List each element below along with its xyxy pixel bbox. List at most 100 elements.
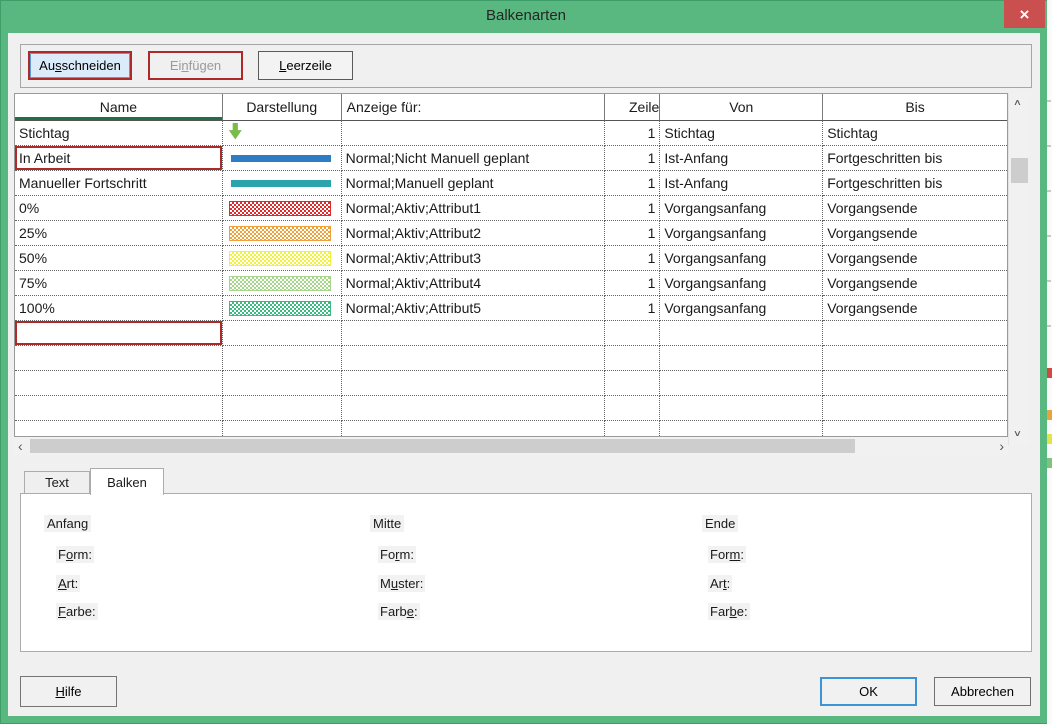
name-cell[interactable]: 25% (15, 221, 223, 246)
bar-preview-cell[interactable] (223, 321, 342, 346)
row-number-cell[interactable]: 1 (605, 271, 660, 296)
show-for-cell[interactable]: Normal;Nicht Manuell geplant (342, 146, 606, 171)
to-cell[interactable]: Stichtag (823, 121, 1007, 146)
section-ende-title: Ende (702, 515, 738, 532)
paste-button[interactable]: Einfügen (148, 51, 243, 80)
header-von[interactable]: Von (660, 94, 823, 121)
from-cell[interactable]: Vorgangsanfang (660, 221, 823, 246)
name-cell[interactable]: Stichtag (15, 121, 223, 146)
table-row[interactable]: 100% Normal;Aktiv;Attribut5 1 Vorgangsan… (15, 296, 1007, 321)
from-cell[interactable] (660, 321, 823, 346)
scroll-up-icon[interactable]: ∧ (1013, 98, 1022, 106)
header-bis[interactable]: Bis (823, 94, 1007, 121)
to-cell[interactable]: Vorgangsende (823, 221, 1007, 246)
bar-preview-cell[interactable] (223, 246, 342, 271)
table-row[interactable]: 75% Normal;Aktiv;Attribut4 1 Vorgangsanf… (15, 271, 1007, 296)
cancel-button[interactable]: Abbrechen (934, 677, 1031, 706)
table-row[interactable]: 50% Normal;Aktiv;Attribut3 1 Vorgangsanf… (15, 246, 1007, 271)
bar-preview-cell[interactable] (223, 171, 342, 196)
table-row[interactable]: 0% Normal;Aktiv;Attribut1 1 Vorgangsanfa… (15, 196, 1007, 221)
header-darstellung[interactable]: Darstellung (223, 94, 342, 121)
to-cell[interactable] (823, 321, 1007, 346)
selected-column-underline (15, 117, 222, 120)
row-number-cell[interactable]: 1 (605, 296, 660, 321)
show-for-cell[interactable] (342, 121, 606, 146)
name-cell[interactable]: 0% (15, 196, 223, 221)
cut-button[interactable]: Ausschneiden (28, 51, 132, 80)
to-cell[interactable]: Fortgeschritten bis (823, 146, 1007, 171)
scroll-down-icon[interactable]: ∨ (1013, 429, 1022, 437)
row-number-cell[interactable]: 1 (605, 221, 660, 246)
show-for-cell[interactable]: Normal;Aktiv;Attribut2 (342, 221, 606, 246)
tab-balken[interactable]: Balken (90, 468, 164, 495)
row-number-cell[interactable]: 1 (605, 246, 660, 271)
header-name[interactable]: Name (15, 94, 223, 121)
to-cell[interactable]: Vorgangsende (823, 196, 1007, 221)
title-bar: Balkenarten × (0, 0, 1052, 33)
row-number-cell[interactable]: 1 (605, 171, 660, 196)
table-row[interactable]: Stichtag 1 Stichtag Stichtag (15, 121, 1007, 146)
to-cell[interactable]: Vorgangsende (823, 271, 1007, 296)
to-cell[interactable]: Vorgangsende (823, 246, 1007, 271)
empty-table-row[interactable] (15, 396, 1007, 421)
tab-text[interactable]: Text (24, 471, 90, 494)
show-for-cell[interactable]: Normal;Aktiv;Attribut4 (342, 271, 606, 296)
name-cell[interactable]: Manueller Fortschritt (15, 171, 223, 196)
row-number-cell[interactable]: 1 (605, 121, 660, 146)
from-cell[interactable]: Vorgangsanfang (660, 271, 823, 296)
show-for-cell[interactable]: Normal;Aktiv;Attribut3 (342, 246, 606, 271)
empty-table-row[interactable] (15, 346, 1007, 371)
vertical-scrollbar[interactable]: ∧ ∨ (1008, 93, 1029, 445)
horizontal-scroll-thumb[interactable] (30, 439, 855, 453)
bar-preview-cell[interactable] (223, 146, 342, 171)
from-cell[interactable]: Vorgangsanfang (660, 296, 823, 321)
name-cell[interactable]: 100% (15, 296, 223, 321)
bar-styles-table: Name Darstellung Anzeige für: Zeile Von … (14, 93, 1008, 437)
ok-button[interactable]: OK (820, 677, 917, 706)
row-number-cell[interactable]: 1 (605, 196, 660, 221)
name-cell[interactable]: 75% (15, 271, 223, 296)
to-cell[interactable]: Fortgeschritten bis (823, 171, 1007, 196)
bar-preview (229, 301, 331, 316)
vertical-scroll-thumb[interactable] (1011, 158, 1028, 183)
close-button[interactable]: × (1004, 0, 1045, 28)
horizontal-scrollbar[interactable]: ‹ › (14, 437, 1008, 455)
table-row[interactable] (15, 321, 1007, 346)
table-row[interactable]: In Arbeit Normal;Nicht Manuell geplant 1… (15, 146, 1007, 171)
row-number-cell[interactable] (605, 321, 660, 346)
scroll-right-icon[interactable]: › (999, 439, 1004, 453)
from-cell[interactable]: Ist-Anfang (660, 146, 823, 171)
scroll-left-icon[interactable]: ‹ (18, 439, 23, 453)
name-cell[interactable] (15, 321, 223, 346)
row-number-cell[interactable]: 1 (605, 146, 660, 171)
blank-row-button[interactable]: Leerzeile (258, 51, 353, 80)
show-for-cell[interactable]: Normal;Aktiv;Attribut1 (342, 196, 606, 221)
table-row[interactable]: Manueller Fortschritt Normal;Manuell gep… (15, 171, 1007, 196)
to-cell[interactable]: Vorgangsende (823, 296, 1007, 321)
empty-table-row[interactable] (15, 421, 1007, 437)
from-cell[interactable]: Ist-Anfang (660, 171, 823, 196)
table-row[interactable]: 25% Normal;Aktiv;Attribut2 1 Vorgangsanf… (15, 221, 1007, 246)
empty-table-row[interactable] (15, 371, 1007, 396)
bar-preview (229, 123, 242, 140)
bar-preview-cell[interactable] (223, 196, 342, 221)
bar-preview-cell[interactable] (223, 271, 342, 296)
from-cell[interactable]: Vorgangsanfang (660, 196, 823, 221)
help-button[interactable]: Hilfe (20, 676, 117, 707)
show-for-cell[interactable]: Normal;Aktiv;Attribut5 (342, 296, 606, 321)
name-cell[interactable]: 50% (15, 246, 223, 271)
show-for-cell[interactable] (342, 321, 606, 346)
name-cell[interactable]: In Arbeit (15, 146, 223, 171)
bar-preview-cell[interactable] (223, 221, 342, 246)
section-anfang-title: Anfang (44, 515, 91, 532)
header-zeile[interactable]: Zeile (605, 94, 660, 121)
bar-preview-cell[interactable] (223, 121, 342, 146)
bar-preview-cell[interactable] (223, 296, 342, 321)
from-cell[interactable]: Vorgangsanfang (660, 246, 823, 271)
from-cell[interactable]: Stichtag (660, 121, 823, 146)
show-for-cell[interactable]: Normal;Manuell geplant (342, 171, 606, 196)
section-mitte-title: Mitte (370, 515, 404, 532)
anfang-form-label: Form: (56, 546, 94, 563)
bar-preview (231, 180, 331, 187)
header-anzeige[interactable]: Anzeige für: (342, 94, 606, 121)
